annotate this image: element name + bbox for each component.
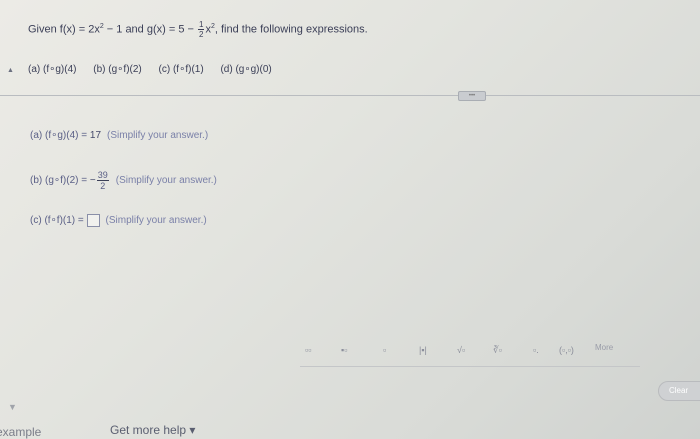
ordered-pair-tool-icon[interactable]: (▫,▫): [559, 345, 574, 355]
exponent-tool-icon[interactable]: ▫: [383, 345, 386, 355]
parts-list: (a) (f∘g)(4) (b) (g∘f)(2) (c) (f∘f)(1) (…: [28, 64, 286, 75]
clear-button[interactable]: Clear: [658, 381, 700, 401]
answer-b: (b) (g∘f)(2) = −39 2 (Simplify your answer…: [30, 170, 217, 191]
fraction-numerator: 1: [198, 20, 205, 30]
answer-a-value: 17: [89, 130, 102, 141]
square-root-tool-icon[interactable]: √▫: [457, 345, 465, 355]
answer-b-denominator: 2: [100, 181, 106, 191]
down-arrow-icon[interactable]: ▼: [8, 402, 17, 412]
absolute-value-tool-icon[interactable]: |▪|: [419, 345, 427, 355]
fraction-denominator: 2: [199, 30, 204, 39]
toolbar-divider: [300, 366, 640, 367]
answer-a-label: (a) (f∘g)(4) =: [30, 130, 90, 141]
answer-c-label: (c) (f∘f)(1) =: [30, 215, 87, 227]
get-more-help-link[interactable]: Get more help ▾: [110, 423, 195, 437]
mixed-number-tool-icon[interactable]: ▪▫: [341, 345, 347, 355]
problem-prefix: Given f(x) = 2x: [28, 23, 100, 36]
divider-handle[interactable]: •••: [458, 91, 486, 101]
answer-c: (c) (f∘f)(1) = (Simplify your answer.): [30, 214, 207, 227]
answer-b-hint: (Simplify your answer.): [115, 175, 217, 187]
part-c[interactable]: (c) (f∘f)(1): [159, 64, 204, 75]
answer-a-hint: (Simplify your answer.): [107, 130, 209, 141]
answer-b-label: (b) (g∘f)(2) =: [30, 175, 90, 187]
example-button[interactable]: example: [0, 425, 41, 439]
fraction-tool-icon[interactable]: ▫▫: [305, 345, 311, 355]
problem-mid: − 1 and g(x) = 5 −: [103, 23, 197, 36]
answer-c-hint: (Simplify your answer.): [105, 215, 207, 227]
answer-c-input[interactable]: [86, 214, 100, 227]
section-divider: [0, 95, 700, 96]
answer-b-fraction: 39 2: [96, 170, 109, 191]
part-d[interactable]: (d) (g∘g)(0): [220, 64, 271, 75]
part-b[interactable]: (b) (g∘f)(2): [93, 64, 141, 75]
problem-suffix: , find the following expressions.: [214, 23, 368, 36]
nth-root-tool-icon[interactable]: ∛▫: [493, 345, 502, 356]
answer-b-numerator: 39: [96, 170, 109, 181]
left-arrow-icon[interactable]: ▲: [7, 67, 14, 74]
more-button[interactable]: More: [595, 343, 613, 352]
decimal-tool-icon[interactable]: ▫.: [533, 345, 539, 355]
part-a[interactable]: (a) (f∘g)(4): [28, 64, 76, 75]
problem-statement: Given f(x) = 2x2 − 1 and g(x) = 5 − 1 2 x2…: [28, 20, 368, 39]
fraction: 12: [198, 20, 205, 39]
answer-b-sign: −: [89, 175, 96, 187]
answer-a: (a) (f∘g)(4) = 17 (Simplify your answer.): [30, 130, 208, 141]
